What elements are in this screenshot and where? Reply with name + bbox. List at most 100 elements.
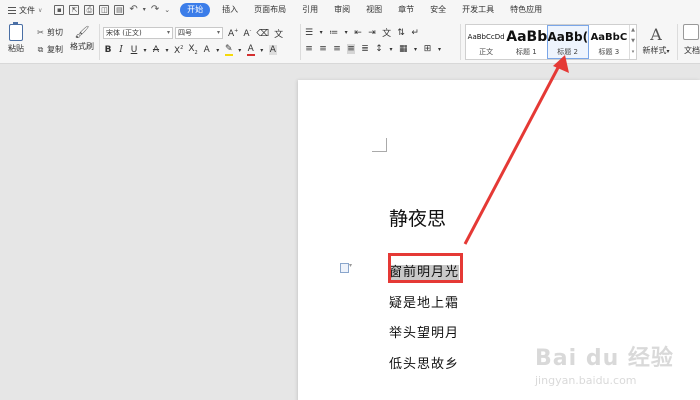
pinyin-icon[interactable]: 文 xyxy=(274,27,283,40)
new-style-icon: A xyxy=(650,25,662,44)
file-menu-label: 文件 xyxy=(19,5,35,15)
tab-developer[interactable]: 开发工具 xyxy=(454,0,502,20)
chevron-down-icon[interactable]: ▾ xyxy=(438,46,442,53)
line-spacing-icon[interactable]: ↕ xyxy=(375,44,383,54)
chevron-down-icon: ▾ xyxy=(216,29,220,36)
tab-security[interactable]: 安全 xyxy=(422,0,454,20)
chevron-down-icon[interactable]: ▾ xyxy=(216,47,220,54)
poem-title[interactable]: 静夜思 xyxy=(389,204,446,231)
italic-icon[interactable]: I xyxy=(117,45,125,55)
style-heading-3[interactable]: AaBbC 标题 3 xyxy=(589,25,629,59)
scissors-icon: ✂ xyxy=(37,28,44,37)
chevron-down-icon[interactable]: ▾ xyxy=(165,47,169,54)
increase-indent-icon[interactable]: ⇥ xyxy=(368,28,376,38)
clipboard-icon xyxy=(9,22,23,41)
align-left-icon[interactable]: ≡ xyxy=(305,44,313,54)
chevron-down-icon[interactable]: ▾ xyxy=(143,47,147,54)
expand-icon[interactable]: ▾ xyxy=(630,47,636,58)
redo-icon[interactable]: ↷ xyxy=(151,5,159,15)
styles-scroll[interactable]: ▲ ▼ ▾ xyxy=(629,25,636,59)
chevron-down-icon[interactable]: ▾ xyxy=(414,46,418,53)
font-color-icon[interactable]: A xyxy=(246,44,255,56)
poem-line-2[interactable]: 疑是地上霜 xyxy=(389,292,459,311)
tab-references[interactable]: 引用 xyxy=(294,0,326,20)
chevron-up-icon[interactable]: ▲ xyxy=(630,25,636,36)
format-painter-button[interactable]: 🖌 格式刷 xyxy=(68,23,96,52)
paste-button[interactable]: 粘贴 xyxy=(5,22,27,54)
underline-icon[interactable]: U xyxy=(130,45,138,55)
tab-special-apps[interactable]: 特色应用 xyxy=(502,0,550,20)
bold-icon[interactable]: B xyxy=(104,45,112,55)
tab-review[interactable]: 审阅 xyxy=(326,0,358,20)
cut-button[interactable]: ✂ 剪切 xyxy=(36,27,63,38)
save-icon[interactable]: ▪ xyxy=(54,5,65,15)
shading-icon[interactable]: ▦ xyxy=(399,44,408,54)
bullet-list-icon[interactable]: ☰ xyxy=(305,28,313,38)
undo-icon[interactable]: ↶ xyxy=(129,5,137,15)
distributed-icon[interactable]: ≣ xyxy=(361,44,369,54)
customize-toolbar-icon[interactable]: ⌄ xyxy=(164,5,170,15)
file-menu[interactable]: 文件 ∨ xyxy=(0,0,48,20)
paragraph-row-2: ≡ ≡ ≡ ≡ ≣ ↕ ▾ ▦ ▾ ⊞ ▾ xyxy=(305,44,442,54)
highlight-color-icon[interactable]: ✎ xyxy=(224,44,233,56)
sort-icon[interactable]: ⇅ xyxy=(397,28,405,38)
chevron-down-icon[interactable]: ▾ xyxy=(238,47,242,54)
shrink-font-icon[interactable]: A- xyxy=(243,28,251,39)
overflow-label[interactable]: 文档 xyxy=(684,45,700,56)
style-name: 标题 1 xyxy=(516,47,537,56)
document-icon[interactable]: ▤ xyxy=(114,5,125,15)
borders-icon[interactable]: ⊞ xyxy=(424,44,432,54)
superscript-icon[interactable]: X2 xyxy=(174,45,183,56)
copy-label: 复制 xyxy=(47,45,63,54)
style-heading-2[interactable]: AaBb( 标题 2 xyxy=(546,25,589,59)
grow-font-icon[interactable]: A+ xyxy=(228,28,238,39)
paragraph-layout-icon[interactable] xyxy=(340,262,354,273)
clear-format-icon[interactable]: ⌫ xyxy=(256,29,269,39)
char-spacing-icon[interactable]: A xyxy=(203,45,211,55)
divider xyxy=(677,24,678,60)
tab-view[interactable]: 视图 xyxy=(358,0,390,20)
menu-bar: 文件 ∨ ▪ ⇱ ⎙ ◫ ▤ ↶ ▾ ↷ ⌄ 开始 插入 页面布局 引用 审阅 … xyxy=(0,0,700,20)
tab-insert[interactable]: 插入 xyxy=(214,0,246,20)
copy-button[interactable]: ⧉ 复制 xyxy=(36,44,63,55)
chinese-layout-icon[interactable]: 文 xyxy=(382,26,391,39)
undo-dropdown-icon[interactable]: ▾ xyxy=(143,5,146,15)
font-size-select[interactable]: 四号 ▾ xyxy=(175,27,223,39)
strikethrough-icon[interactable]: A xyxy=(152,45,160,55)
chevron-down-icon[interactable]: ▾ xyxy=(319,29,323,36)
document-tools-icon[interactable] xyxy=(683,24,699,40)
style-preview: AaBb xyxy=(506,28,547,45)
copy-icon: ⧉ xyxy=(37,45,44,54)
chevron-down-icon[interactable]: ▾ xyxy=(260,47,264,54)
style-name: 标题 3 xyxy=(598,47,620,56)
show-marks-icon[interactable]: ↵ xyxy=(411,28,419,38)
tab-chapter[interactable]: 章节 xyxy=(390,0,422,20)
char-shading-icon[interactable]: A xyxy=(268,45,277,55)
align-right-icon[interactable]: ≡ xyxy=(333,44,341,54)
font-size-value: 四号 xyxy=(178,29,192,37)
justify-icon[interactable]: ≡ xyxy=(347,44,355,54)
export-icon[interactable]: ⇱ xyxy=(69,5,80,15)
chevron-down-icon[interactable]: ▾ xyxy=(344,29,348,36)
annotation-highlight-box xyxy=(388,253,463,283)
tab-page-layout[interactable]: 页面布局 xyxy=(246,0,294,20)
align-center-icon[interactable]: ≡ xyxy=(319,44,327,54)
decrease-indent-icon[interactable]: ⇤ xyxy=(354,28,362,38)
poem-line-4[interactable]: 低头思故乡 xyxy=(389,353,459,372)
chevron-down-icon: ▾ xyxy=(166,29,170,36)
chevron-down-icon[interactable]: ▾ xyxy=(389,46,393,53)
font-name-select[interactable]: 宋体 (正文) ▾ xyxy=(103,27,173,39)
divider xyxy=(99,24,100,60)
format-painter-label: 格式刷 xyxy=(70,42,94,51)
print-preview-icon[interactable]: ◫ xyxy=(99,5,110,15)
style-heading-1[interactable]: AaBb 标题 1 xyxy=(506,25,546,59)
chevron-down-icon[interactable]: ▼ xyxy=(630,36,636,47)
subscript-icon[interactable]: X2 xyxy=(188,44,197,56)
tab-home[interactable]: 开始 xyxy=(180,3,211,17)
divider xyxy=(460,24,461,60)
numbered-list-icon[interactable]: ≔ xyxy=(329,28,338,38)
style-normal[interactable]: AaBbCcDd 正文 xyxy=(466,25,506,59)
print-icon[interactable]: ⎙ xyxy=(84,5,95,15)
poem-line-3[interactable]: 举头望明月 xyxy=(389,322,459,341)
new-style-button[interactable]: A 新样式▾ xyxy=(641,25,671,56)
